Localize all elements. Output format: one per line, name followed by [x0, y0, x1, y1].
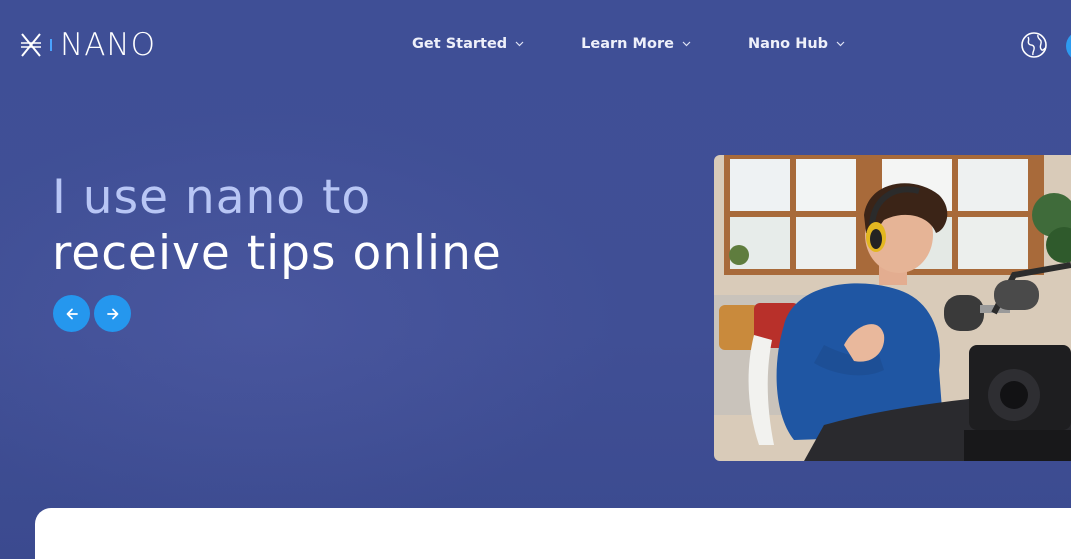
account-button[interactable] — [1066, 31, 1071, 61]
chevron-down-icon — [836, 41, 845, 47]
carousel-prev-button[interactable] — [53, 295, 90, 332]
content-card — [35, 508, 1071, 559]
nano-x-icon — [21, 33, 41, 57]
chevron-down-icon — [515, 41, 524, 47]
hero-photo — [714, 155, 1071, 461]
arrow-right-icon — [106, 308, 118, 319]
nav-get-started[interactable]: Get Started — [412, 36, 524, 52]
main-nav: Get Started Learn More Nano Hub — [412, 36, 845, 52]
carousel-next-button[interactable] — [94, 295, 131, 332]
nav-get-started-label: Get Started — [412, 36, 508, 52]
logo-text: NANO — [60, 27, 156, 63]
nav-nano-hub-label: Nano Hub — [747, 36, 829, 52]
podcaster-image — [714, 155, 1071, 461]
site-header: NANO Get Started Learn More Nano Hub — [0, 0, 1071, 90]
chevron-down-icon — [682, 41, 691, 47]
arrow-left-icon — [66, 308, 78, 319]
nav-learn-more[interactable]: Learn More — [581, 36, 691, 52]
logo-divider — [50, 39, 52, 51]
hero-headline-line2: receive tips online — [52, 226, 502, 281]
nav-nano-hub[interactable]: Nano Hub — [748, 36, 845, 52]
nav-learn-more-label: Learn More — [581, 36, 674, 52]
nano-logo[interactable]: NANO — [20, 28, 156, 62]
globe-icon[interactable] — [1020, 31, 1048, 59]
hero-headline-line1: I use nano to — [52, 170, 372, 225]
